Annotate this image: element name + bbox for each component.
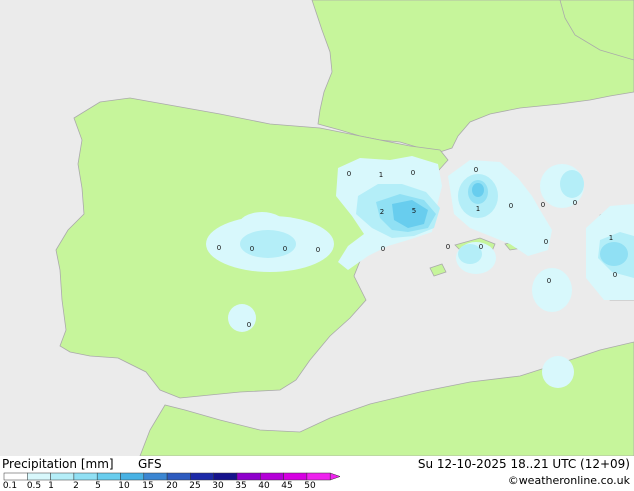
value-label: 0 [381,245,385,253]
model-name: GFS [138,457,162,471]
legend-swatch [50,472,75,481]
value-label: 1 [609,234,613,242]
precipitation-map: 0 1 0 2 5 0 0 0 0 0 0 0 0 0 1 0 0 0 0 0 … [0,0,634,456]
legend-swatch [260,472,284,481]
valid-time: Su 12-10-2025 18..21 UTC (12+09) [417,457,630,471]
legend-arrow [329,472,340,481]
value-label: 2 [380,208,384,216]
value-label: 0 [573,199,577,207]
legend-swatch [73,472,98,481]
value-label: 0 [544,238,548,246]
value-label: 0 [217,244,221,252]
legend-swatch [213,472,238,481]
value-label: 0 [411,169,415,177]
legend-swatch [27,472,51,481]
legend-swatch [190,472,214,481]
value-label: 0 [541,201,545,209]
legend-swatch [306,472,331,481]
value-label: 1 [476,205,480,213]
legend-swatch [283,472,308,481]
value-label: 0 [479,243,483,251]
value-label: 0 [446,243,450,251]
legend-swatch [3,472,28,481]
value-label: 1 [379,171,383,179]
credit-link[interactable]: ©weatheronline.co.uk [508,474,630,487]
value-label: 0 [509,202,513,210]
legend-swatch [143,472,168,481]
value-label: 0 [347,170,351,178]
legend-swatch [96,472,121,481]
legend-swatch [166,472,191,481]
legend-swatch [120,472,145,481]
value-label: 0 [547,277,551,285]
value-label: 5 [412,207,416,215]
value-label: 0 [250,245,254,253]
value-label: 0 [474,166,478,174]
product-title: Precipitation [mm] [2,457,114,471]
value-label: 0 [613,271,617,279]
value-label: 0 [316,246,320,254]
value-label: 0 [283,245,287,253]
legend-swatch [236,472,261,481]
value-label: 0 [247,321,251,329]
